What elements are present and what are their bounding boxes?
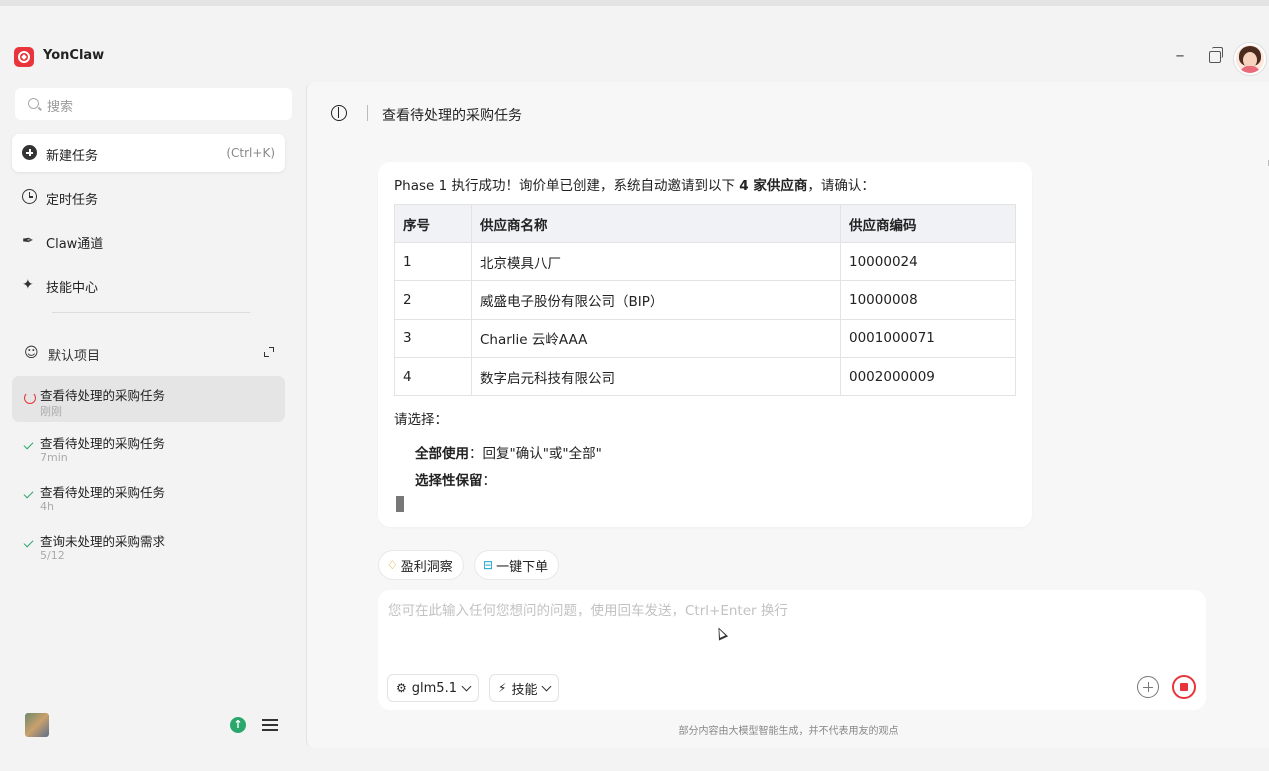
table-header: 序号 <box>394 204 472 243</box>
stop-generation-button[interactable] <box>1172 675 1196 699</box>
nav-label: 定时任务 <box>46 193 99 208</box>
shortcut-hint: (Ctrl+K) <box>226 146 275 160</box>
task-item[interactable]: 查看待处理的采购任务 刚刚 <box>12 376 285 422</box>
chip-one-click-order[interactable]: ⊟ 一键下单 <box>474 550 560 580</box>
table-cell: 10000024 <box>840 241 1016 282</box>
table-cell: 威盛电子股份有限公司（BIP） <box>471 280 841 320</box>
typing-cursor <box>396 496 404 512</box>
loading-spinner-icon <box>24 392 36 404</box>
main-panel: 查看待处理的采购任务 Phase 1 执行成功！询价单已创建，系统自动邀请到以下… <box>306 82 1269 748</box>
chevron-down-icon <box>542 681 552 691</box>
table-row: 3 Charlie 云岭AAA 0001000071 <box>394 318 1016 358</box>
skills-selector[interactable]: ⚡ 技能 <box>489 674 560 702</box>
minimize-button[interactable]: – <box>1172 47 1188 67</box>
option-use-all: 全部使用：回复"确认"或"全部" <box>415 446 602 462</box>
expand-icon[interactable] <box>264 347 274 357</box>
page-title: 查看待处理的采购任务 <box>382 108 522 124</box>
title-separator <box>367 105 368 121</box>
chip-label: 盈利洞察 <box>400 559 453 575</box>
table-row: 2 威盛电子股份有限公司（BIP） 10000008 <box>394 280 1016 320</box>
new-task-button[interactable]: 新建任务 (Ctrl+K) <box>12 134 285 172</box>
lightning-icon: ⚡ <box>498 681 507 695</box>
one-click-order-icon: ⊟ <box>483 558 494 572</box>
table-header-row: 序号 供应商名称 供应商编码 <box>394 204 1016 243</box>
task-title: 查看待处理的采购任务 <box>40 388 166 403</box>
claw-channel-icon: ✒ <box>22 233 34 249</box>
table-cell: 4 <box>394 356 472 397</box>
chat-input-placeholder: 您可在此输入任何您想问的问题，使用回车发送，Ctrl+Enter 换行 <box>388 603 788 619</box>
supplier-table: 序号 供应商名称 供应商编码 1 北京模具八厂 10000024 2 威盛电子股… <box>394 204 1016 397</box>
table-row: 1 北京模具八厂 10000024 <box>394 241 1016 282</box>
table-cell: 10000008 <box>840 280 1016 320</box>
search-placeholder: 搜索 <box>47 100 74 115</box>
nav-label: 技能中心 <box>46 281 99 296</box>
task-item[interactable]: 查询未处理的采购需求 5/12 <box>12 522 285 568</box>
sidebar-item-scheduled-tasks[interactable]: 定时任务 <box>12 178 285 216</box>
check-icon <box>24 440 36 452</box>
table-cell: 3 <box>394 318 472 358</box>
option-selective: 选择性保留： <box>415 473 496 489</box>
project-label: 默认项目 <box>48 349 101 364</box>
task-time: 刚刚 <box>40 405 62 418</box>
model-label: glm5.1 <box>411 680 457 696</box>
account-avatar[interactable] <box>25 713 49 737</box>
chip-label: 一键下单 <box>496 559 549 575</box>
window-top-strip <box>0 0 1269 6</box>
chevron-down-icon <box>461 681 472 691</box>
assistant-message: Phase 1 执行成功！询价单已创建，系统自动邀请到以下 4 家供应商，请确认… <box>378 162 1032 527</box>
user-add-icon: ☺ <box>24 345 39 361</box>
settings-menu-icon[interactable] <box>262 718 278 732</box>
nav-label: 新建任务 <box>46 149 99 164</box>
toggle-sidebar-icon[interactable] <box>331 105 347 121</box>
sidebar-divider <box>52 312 250 313</box>
restore-window-button[interactable] <box>1209 47 1223 63</box>
plus-circle-icon <box>22 145 38 161</box>
task-item[interactable]: 查看待处理的采购任务 4h <box>12 473 285 519</box>
task-time: 7min <box>40 451 68 464</box>
sidebar-item-skill-center[interactable]: ✦ 技能中心 <box>12 266 285 304</box>
table-header: 供应商名称 <box>471 204 841 243</box>
table-cell: Charlie 云岭AAA <box>471 318 841 358</box>
table-cell: 1 <box>394 241 472 282</box>
app-title: YonClaw <box>43 48 105 63</box>
profit-insight-icon: ♢ <box>387 558 398 572</box>
gear-icon: ⚙ <box>396 681 407 695</box>
skills-label: 技能 <box>511 682 538 698</box>
table-cell: 0002000009 <box>840 356 1016 397</box>
upgrade-icon[interactable]: ↑ <box>230 717 246 733</box>
sidebar: 搜索 新建任务 (Ctrl+K) 定时任务 ✒ Claw通道 ✦ 技能中心 ☺ … <box>0 80 306 771</box>
task-title: 查看待处理的采购任务 <box>40 436 166 451</box>
disclaimer-note: 部分内容由大模型智能生成，并不代表用友的观点 <box>678 726 899 737</box>
add-attachment-button[interactable] <box>1137 676 1159 698</box>
choose-label: 请选择： <box>394 412 448 428</box>
task-title: 查看待处理的采购任务 <box>40 485 166 500</box>
nav-label: Claw通道 <box>46 237 104 252</box>
table-row: 4 数字启元科技有限公司 0002000009 <box>394 356 1016 397</box>
search-icon <box>28 98 39 109</box>
task-time: 4h <box>40 500 54 513</box>
sidebar-item-claw-channel[interactable]: ✒ Claw通道 <box>12 222 285 260</box>
user-avatar[interactable] <box>1234 43 1266 75</box>
search-input[interactable]: 搜索 <box>15 88 292 120</box>
table-cell: 北京模具八厂 <box>471 241 841 282</box>
message-intro: Phase 1 执行成功！询价单已创建，系统自动邀请到以下 4 家供应商，请确认… <box>394 178 875 194</box>
model-selector[interactable]: ⚙ glm5.1 <box>387 674 479 702</box>
table-cell: 0001000071 <box>840 318 1016 358</box>
skill-center-icon: ✦ <box>22 277 34 293</box>
table-header: 供应商编码 <box>840 204 1016 243</box>
alarm-clock-icon <box>22 189 38 205</box>
chat-input[interactable]: 您可在此输入任何您想问的问题，使用回车发送，Ctrl+Enter 换行 ⚙ gl… <box>378 590 1206 710</box>
check-icon <box>24 538 36 550</box>
app-logo-icon <box>14 47 34 67</box>
title-bar: YonClaw – <box>0 34 1269 80</box>
table-cell: 2 <box>394 280 472 320</box>
chip-profit-insight[interactable]: ♢ 盈利洞察 <box>378 550 464 580</box>
check-icon <box>24 489 36 501</box>
task-time: 5/12 <box>40 549 65 562</box>
task-title: 查询未处理的采购需求 <box>40 534 166 549</box>
table-cell: 数字启元科技有限公司 <box>471 356 841 397</box>
project-header[interactable]: ☺ 默认项目 <box>24 343 274 364</box>
task-item[interactable]: 查看待处理的采购任务 7min <box>12 424 285 470</box>
